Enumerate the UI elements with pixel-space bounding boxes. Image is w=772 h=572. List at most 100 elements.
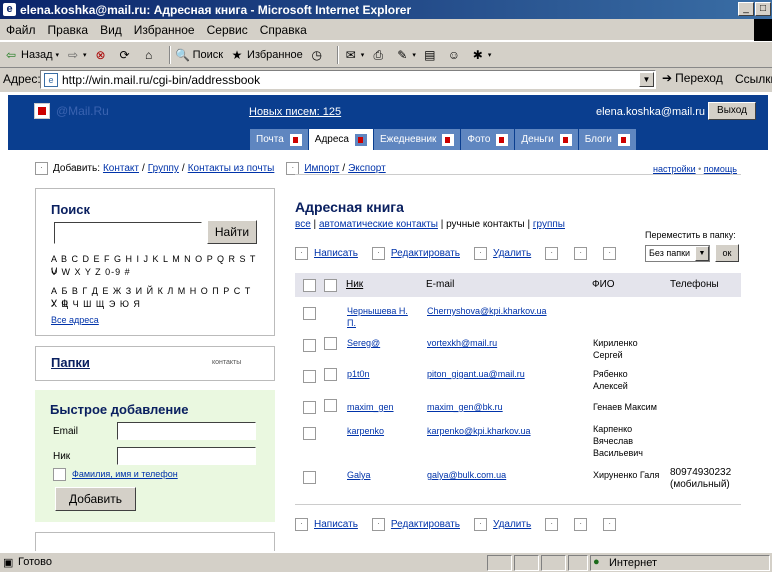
row-checkbox-2[interactable] [324,368,337,381]
go-button[interactable]: ➔ Переход [662,71,723,85]
stop-button[interactable]: ⊗ [93,47,111,63]
select-all-checkbox-2[interactable] [324,279,337,292]
contact-nick[interactable]: karpenko [347,425,384,437]
history-button[interactable]: ◷ [309,47,327,63]
tab-mail[interactable]: Почта [250,129,308,150]
column-nick[interactable]: Ник [346,279,363,290]
links-button[interactable]: Ссылки [735,72,772,86]
contact-email[interactable]: maxim_gen@bk.ru [427,401,503,413]
minimize-button[interactable]: _ [738,2,754,16]
move-ok-button[interactable]: ок [715,244,739,262]
new-mail-link[interactable]: Новых писем: 125 [249,106,341,118]
find-button[interactable]: Найти [207,220,257,244]
favorites-toolbar-button[interactable]: ★ Избранное [229,47,303,63]
row-checkbox[interactable] [303,307,316,320]
latin-alphabet-row2[interactable]: V W X Y Z 0-9 # [51,266,261,278]
delete-icon: · [474,518,487,531]
exit-button[interactable]: Выход [708,102,756,120]
more-fields-checkbox[interactable] [53,468,66,481]
home-button[interactable]: ⌂ [141,47,159,63]
folder-select[interactable]: Без папки ▼ [645,245,710,262]
folders-link[interactable]: Папки [51,355,90,370]
contact-nick[interactable]: maxim_gen [347,401,394,413]
contact-email[interactable]: galya@bulk.com.ua [427,469,506,481]
add-contact-link[interactable]: Контакт [103,163,139,174]
contact-nick[interactable]: Galya [347,469,371,481]
menu-favorites[interactable]: Избранное [128,23,201,37]
contact-email[interactable]: piton_gigant.ua@mail.ru [427,368,525,380]
settings-link[interactable]: настройки [653,164,696,174]
contact-nick[interactable]: Чернышева Н. П. [347,305,408,329]
more-fields-link[interactable]: Фамилия, имя и телефон [72,469,178,479]
search-toolbar-button[interactable]: 🔍 Поиск [175,47,223,63]
refresh-button[interactable]: ⟳ [117,47,135,63]
row-checkbox[interactable] [303,370,316,383]
row-checkbox[interactable] [303,471,316,484]
menu-tools[interactable]: Сервис [201,23,254,37]
back-arrow-icon: ⇦ [5,47,17,62]
add-group-link[interactable]: Группу [148,163,179,174]
write-button-bottom[interactable]: · Написать [295,518,358,531]
select-all-checkbox[interactable] [303,279,316,292]
edit-button[interactable]: · Редактировать [371,247,460,260]
edit-page-button[interactable]: ✎ ▾ [394,47,416,63]
quick-nick-input[interactable] [117,447,256,465]
mail-button[interactable]: ✉ ▾ [343,47,365,63]
action-icon-2[interactable]: · [574,518,588,531]
document-icon: ▤ [424,47,436,62]
back-button[interactable]: ⇦ Назад ▾ [3,47,59,63]
row-checkbox[interactable] [303,401,316,414]
export-link[interactable]: Экспорт [348,163,386,174]
quick-email-input[interactable] [117,422,256,440]
contact-email[interactable]: karpenko@kpi.kharkov.ua [427,425,531,437]
forward-button[interactable]: ⇨ ▾ [65,47,87,63]
menu-edit[interactable]: Правка [42,23,95,37]
action-icon-3[interactable]: · [603,518,617,531]
messenger-button[interactable]: ☺ [446,47,464,63]
action-icon-1[interactable]: · [545,247,559,260]
address-input[interactable]: e http://win.mail.ru/cgi-bin/addressbook… [40,70,656,89]
nav-tabs: Почта Адреса Ежедневник Фото Деньги Блог… [250,129,637,150]
action-icon-1[interactable]: · [545,518,559,531]
row-checkbox[interactable] [303,427,316,440]
edit-button-bottom[interactable]: · Редактировать [371,518,460,531]
row-checkbox[interactable] [303,339,316,352]
print-button[interactable]: ⎙ [370,47,388,63]
tab-blogs[interactable]: Блоги [578,129,636,150]
action-icon-2[interactable]: · [574,247,588,260]
contacts-from-mail-link[interactable]: Контакты из почты [188,163,275,174]
menu-file[interactable]: Файл [0,23,42,37]
filter-all-link[interactable]: все [295,219,311,230]
tab-calendar[interactable]: Ежедневник [373,129,461,150]
filter-groups-link[interactable]: группы [533,219,565,230]
import-link[interactable]: Импорт [304,163,339,174]
write-button[interactable]: · Написать [295,247,358,260]
action-icon-3[interactable]: · [603,247,617,260]
delete-button-bottom[interactable]: · Удалить [474,518,531,531]
row-checkbox-2[interactable] [324,399,337,412]
contact-fio: Рябенко Алексей [593,369,628,391]
filter-auto-link[interactable]: автоматические контакты [319,219,438,230]
contact-nick[interactable]: Sereg@ [347,337,380,349]
row-checkbox-2[interactable] [324,337,337,350]
all-addresses-link[interactable]: Все адреса [51,314,261,326]
contact-nick[interactable]: p1t0n [347,368,370,380]
tab-money[interactable]: Деньги [515,129,578,150]
messenger-icon: ☺ [447,47,460,62]
contact-email[interactable]: vortexkh@mail.ru [427,337,497,349]
contact-email[interactable]: Chernyshova@kpi.kharkov.ua [427,305,547,317]
menu-view[interactable]: Вид [94,23,128,37]
tab-photo[interactable]: Фото [461,129,515,150]
cyrillic-alphabet-row2[interactable]: Х Ц Ч Ш Щ Э Ю Я [51,298,261,310]
discuss-button[interactable]: ▤ [422,47,440,63]
help-link[interactable]: помощь [704,164,737,174]
address-dropdown-button[interactable]: ▼ [639,72,654,87]
delete-button[interactable]: · Удалить [474,247,531,260]
search-input[interactable] [54,222,202,244]
research-button[interactable]: ✱ ▾ [470,47,492,63]
maximize-button[interactable]: □ [755,2,771,16]
tab-addresses[interactable]: Адреса [308,129,373,150]
menu-help[interactable]: Справка [254,23,313,37]
add-contact-button[interactable]: Добавить [55,487,136,511]
contact-fio: Кириленко Сергей [593,338,638,360]
